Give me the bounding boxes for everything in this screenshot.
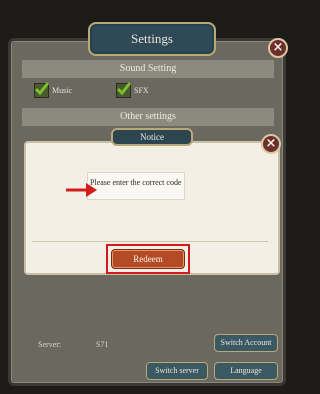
code-input[interactable]: Please enter the correct code [87, 172, 185, 200]
checkmark-icon [34, 82, 50, 96]
music-checkbox[interactable] [34, 82, 50, 98]
switch-server-button[interactable]: Switch server [146, 362, 208, 380]
server-value: S71 [96, 340, 109, 349]
sound-setting-header: Sound Setting [22, 60, 274, 78]
server-label: Server: [38, 340, 62, 349]
other-settings-header: Other settings [22, 108, 274, 126]
settings-title: Settings [88, 22, 216, 56]
sfx-label: SFX [134, 86, 149, 95]
redeem-button[interactable]: Redeem [111, 249, 185, 269]
checkmark-icon [116, 82, 132, 96]
notice-title: Notice [111, 128, 193, 146]
sfx-checkbox[interactable] [116, 82, 132, 98]
music-label: Music [52, 86, 72, 95]
settings-close-icon[interactable]: × [268, 38, 288, 58]
language-button[interactable]: Language [214, 362, 278, 380]
switch-account-button[interactable]: Switch Account [214, 334, 278, 352]
notice-close-icon[interactable]: × [261, 134, 281, 154]
red-arrow-icon [66, 183, 97, 197]
notice-divider [32, 241, 268, 242]
